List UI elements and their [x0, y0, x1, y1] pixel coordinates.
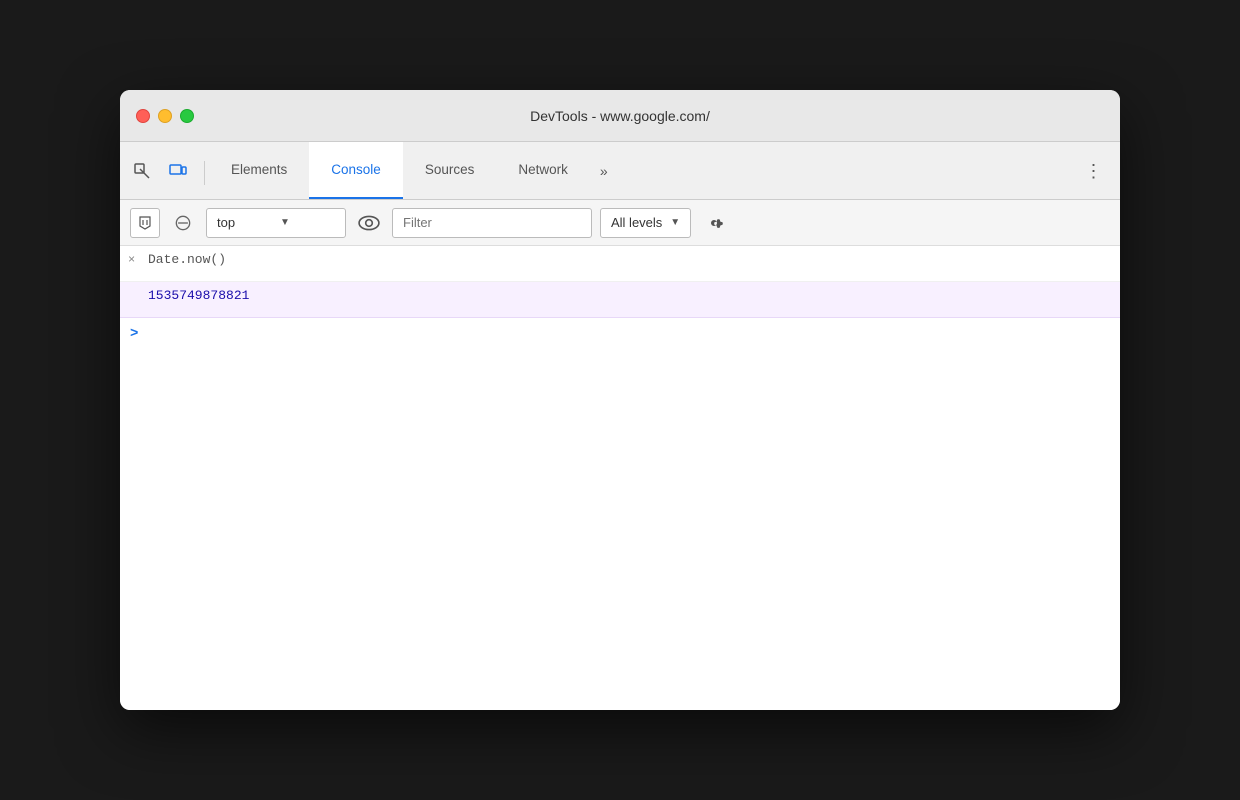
tab-separator [204, 161, 205, 185]
tab-bar-end: ⋮ [1080, 157, 1120, 199]
console-entry-input: × Date.now() [120, 246, 1120, 282]
console-prompt-symbol: > [130, 326, 138, 342]
traffic-lights [136, 109, 194, 123]
console-content: × Date.now() 1535749878821 > [120, 246, 1120, 710]
tab-more-button[interactable]: » [590, 142, 618, 199]
levels-dropdown-arrow: ▼ [670, 217, 680, 228]
tab-console[interactable]: Console [309, 142, 403, 199]
devtools-icons [128, 157, 204, 199]
window-title: DevTools - www.google.com/ [530, 108, 710, 124]
console-toolbar: top ▼ All levels ▼ [120, 200, 1120, 246]
entry-close-icon: × [128, 253, 135, 267]
device-toolbar-icon[interactable] [164, 157, 192, 185]
settings-button[interactable] [699, 208, 729, 238]
console-result-value: 1535749878821 [148, 288, 249, 303]
devtools-window: DevTools - www.google.com/ Elements [120, 90, 1120, 710]
console-command-text: Date.now() [148, 252, 226, 267]
inspect-icon[interactable] [128, 157, 156, 185]
log-levels-selector[interactable]: All levels ▼ [600, 208, 691, 238]
clear-console-button[interactable] [130, 208, 160, 238]
live-expressions-button[interactable] [354, 208, 384, 238]
context-selector[interactable]: top ▼ [206, 208, 346, 238]
no-entry-icon[interactable] [168, 208, 198, 238]
title-bar: DevTools - www.google.com/ [120, 90, 1120, 142]
maximize-button[interactable] [180, 109, 194, 123]
filter-input[interactable] [392, 208, 592, 238]
console-entry-result: 1535749878821 [120, 282, 1120, 318]
tab-bar: Elements Console Sources Network » ⋮ [120, 142, 1120, 200]
more-options-button[interactable]: ⋮ [1080, 157, 1108, 185]
context-dropdown-arrow: ▼ [280, 217, 335, 228]
minimize-button[interactable] [158, 109, 172, 123]
tab-elements[interactable]: Elements [209, 142, 309, 199]
tab-network[interactable]: Network [496, 142, 590, 199]
close-button[interactable] [136, 109, 150, 123]
console-input-line[interactable]: > [120, 318, 1120, 350]
console-input[interactable] [144, 327, 1110, 342]
tab-sources[interactable]: Sources [403, 142, 497, 199]
